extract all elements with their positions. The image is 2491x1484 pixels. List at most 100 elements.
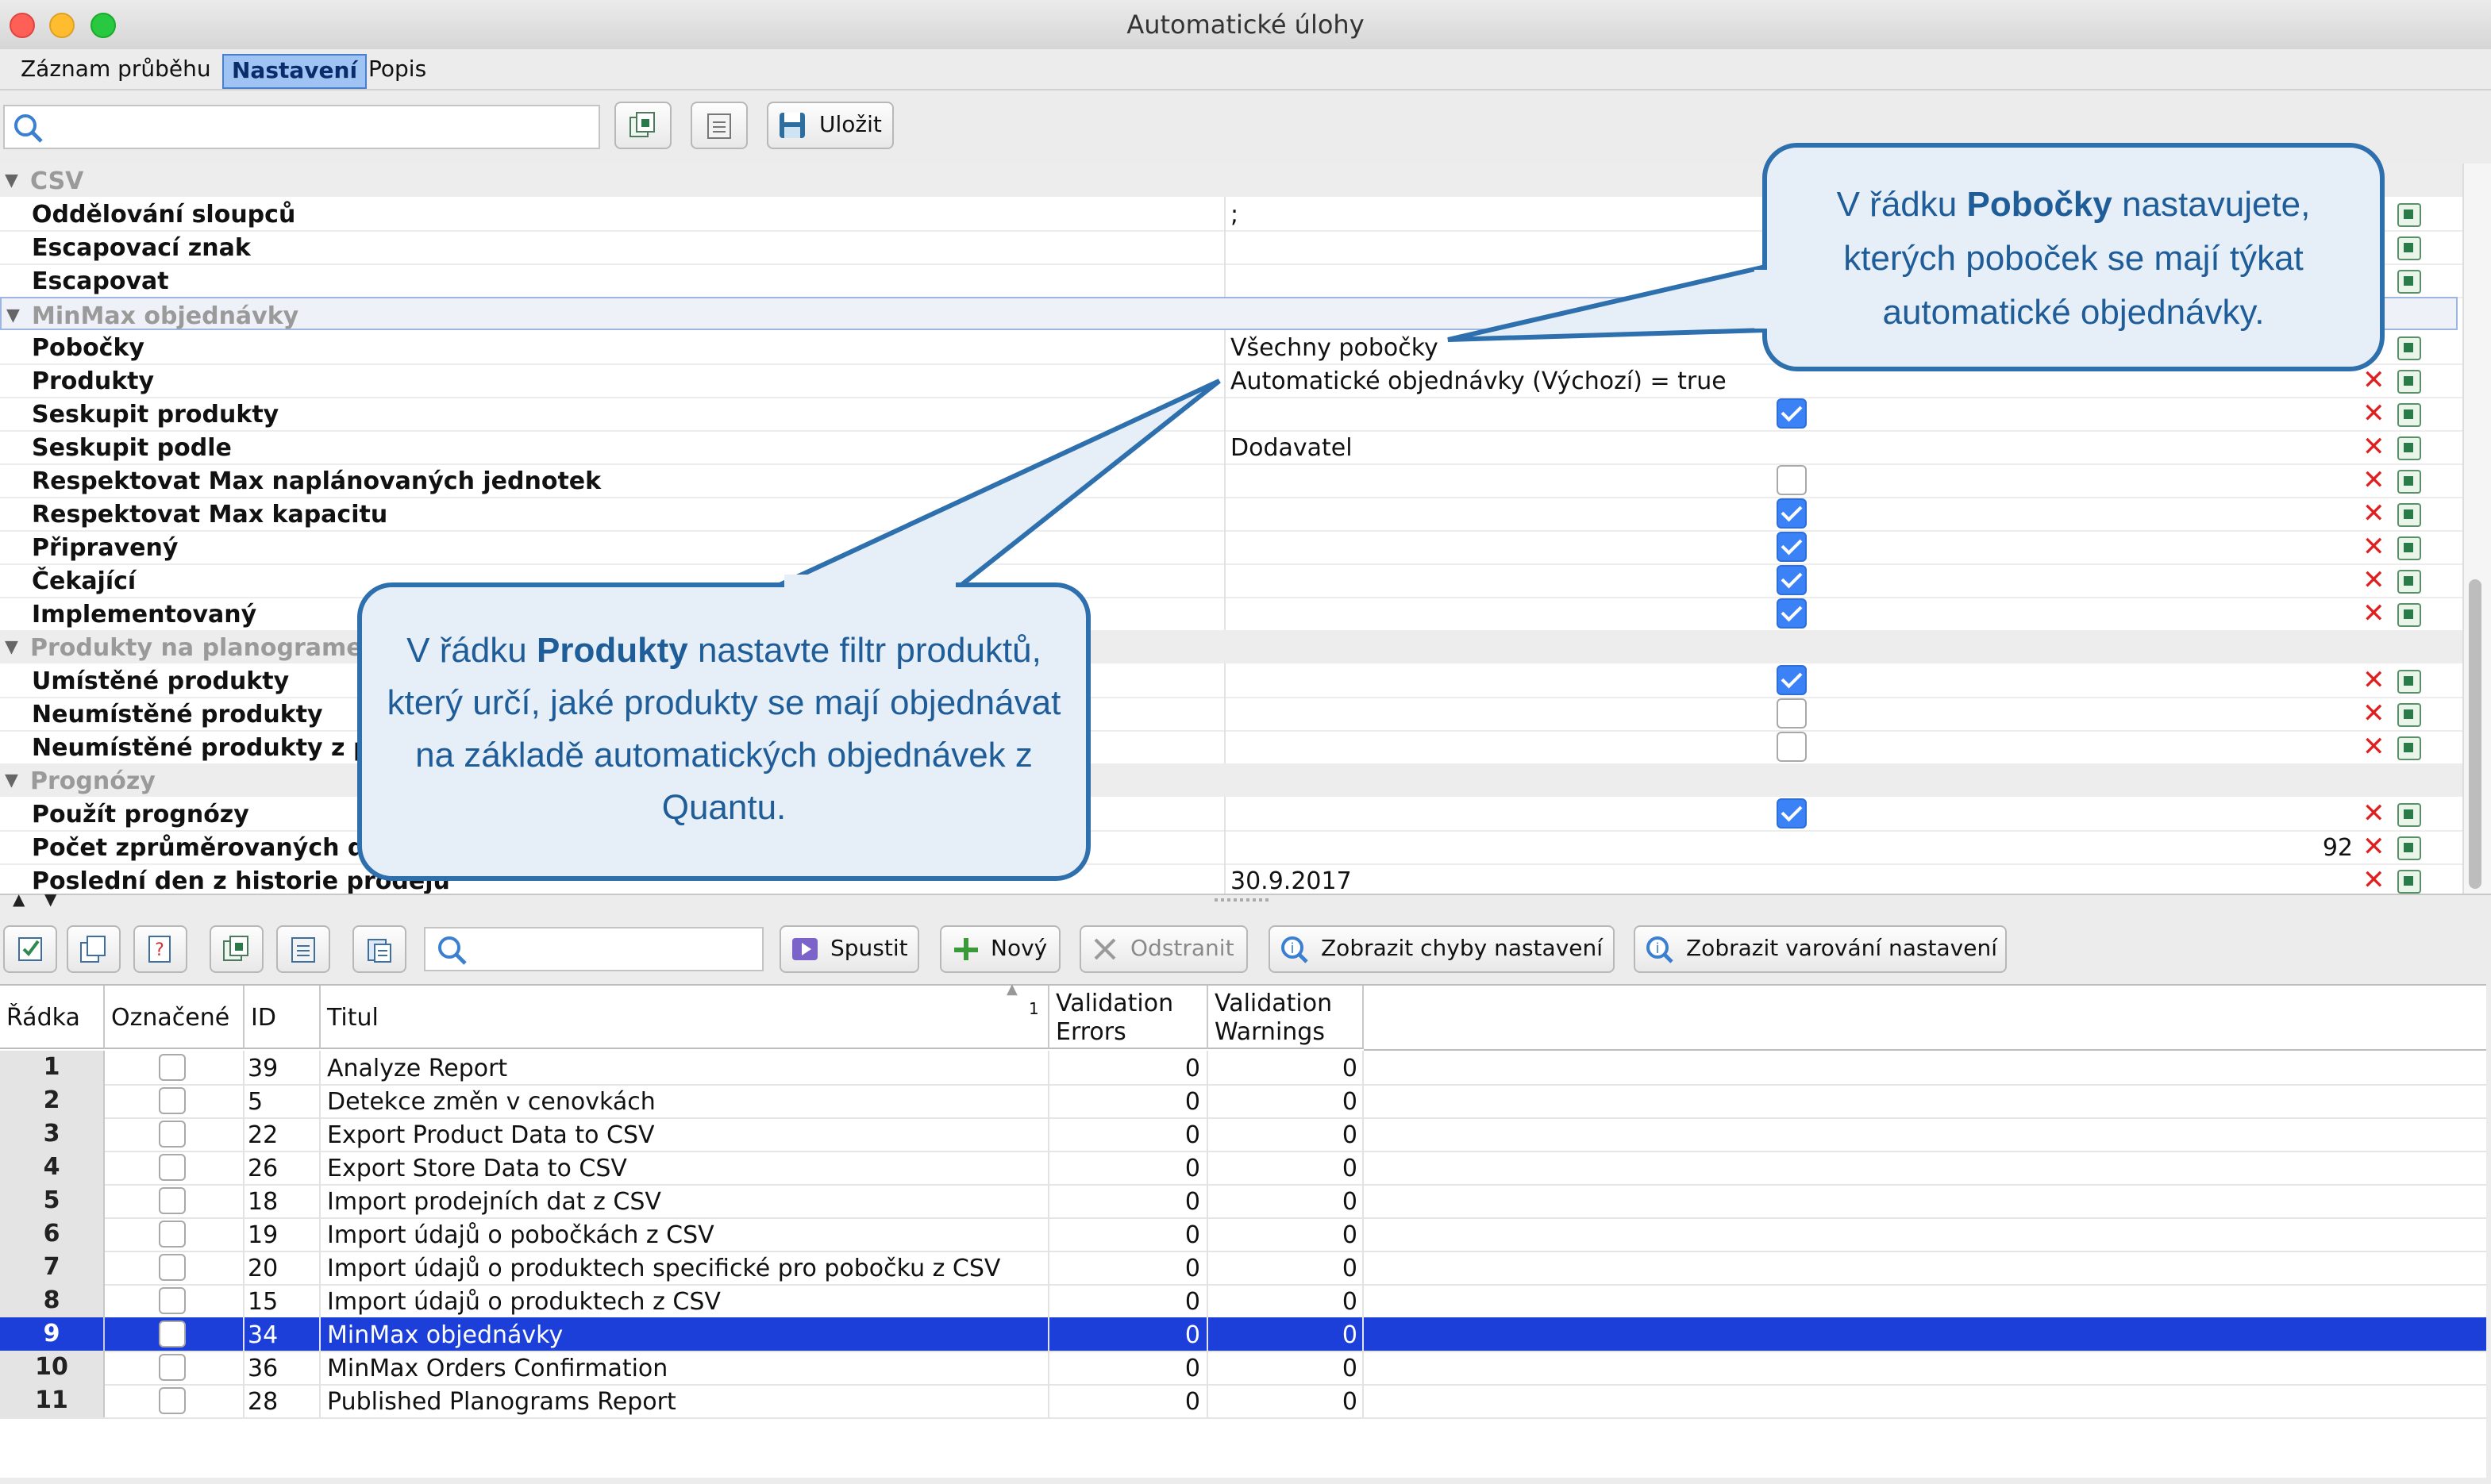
- help-button[interactable]: ?: [133, 925, 187, 973]
- delete-icon[interactable]: ✕: [2362, 565, 2385, 597]
- row-checkbox[interactable]: [159, 1254, 186, 1281]
- delete-icon[interactable]: ✕: [2362, 432, 2385, 463]
- tab-progress-log[interactable]: Záznam průběhu: [13, 54, 219, 86]
- row-checkbox[interactable]: [159, 1321, 186, 1348]
- tab-description[interactable]: Popis: [360, 54, 434, 86]
- settings-scrollbar-thumb[interactable]: [2469, 579, 2481, 889]
- setting-row-group-by[interactable]: Seskupit podle Dodavatel ✕: [0, 430, 2462, 465]
- delete-icon[interactable]: ✕: [2362, 698, 2385, 730]
- paste-special-button[interactable]: [352, 925, 406, 973]
- expand-up-arrow-icon[interactable]: ▲: [13, 892, 25, 909]
- delete-icon[interactable]: ✕: [2362, 598, 2385, 630]
- checkbox-checked[interactable]: [1777, 565, 1807, 595]
- setting-row-prepared[interactable]: Připravený ✕: [0, 530, 2462, 565]
- table-row[interactable]: 5 18 Import prodejních dat z CSV 0 0: [0, 1184, 2486, 1219]
- delete-icon[interactable]: ✕: [2362, 732, 2385, 763]
- row-checkbox[interactable]: [159, 1154, 186, 1181]
- column-header-row[interactable]: Řádka: [0, 986, 105, 1049]
- copy-icon[interactable]: [2397, 670, 2421, 694]
- checkbox-checked[interactable]: [1777, 598, 1807, 629]
- copy-button[interactable]: [614, 102, 672, 149]
- table-row[interactable]: 7 20 Import údajů o produktech specifické …: [0, 1251, 2486, 1286]
- table-row[interactable]: 1 39 Analyze Report 0 0: [0, 1051, 2486, 1086]
- checkbox-checked[interactable]: [1777, 398, 1807, 429]
- delete-icon[interactable]: ✕: [2362, 865, 2385, 894]
- checkbox-checked[interactable]: [1777, 665, 1807, 695]
- copy-icon[interactable]: [2397, 236, 2421, 260]
- column-header-validation-errors[interactable]: Validation Errors: [1049, 986, 1208, 1049]
- paste-button[interactable]: [691, 102, 748, 149]
- pane-splitter[interactable]: ▲ ▼: [0, 892, 2491, 914]
- copy-icon[interactable]: [2397, 570, 2421, 594]
- row-checkbox[interactable]: [159, 1221, 186, 1248]
- delete-icon[interactable]: ✕: [2362, 665, 2385, 697]
- setting-value[interactable]: 92: [2286, 833, 2353, 862]
- setting-value[interactable]: 30.9.2017: [1230, 867, 1352, 894]
- table-row[interactable]: 9 34 MinMax objednávky 0 0: [0, 1317, 2486, 1352]
- column-header-title[interactable]: Titul ▲ 1: [321, 982, 1049, 1049]
- table-row[interactable]: 8 15 Import údajů o produktech z CSV 0 0: [0, 1284, 2486, 1319]
- tasks-search-input[interactable]: [424, 927, 764, 971]
- splitter-grip[interactable]: [1215, 898, 1269, 905]
- checkbox-unchecked[interactable]: [1777, 698, 1807, 729]
- row-checkbox[interactable]: [159, 1054, 186, 1081]
- select-all-button[interactable]: [3, 925, 57, 973]
- copy-icon[interactable]: [2397, 403, 2421, 427]
- row-checkbox[interactable]: [159, 1387, 186, 1414]
- copy-task-button[interactable]: [210, 925, 264, 973]
- collapse-triangle-icon[interactable]: ▼: [5, 170, 18, 190]
- collapse-triangle-icon[interactable]: ▼: [6, 305, 20, 325]
- column-header-marked[interactable]: Označené: [105, 986, 244, 1049]
- setting-value[interactable]: Dodavatel: [1230, 433, 1353, 462]
- copy-icon[interactable]: [2397, 270, 2421, 294]
- column-header-validation-warnings[interactable]: Validation Warnings: [1208, 986, 1364, 1049]
- table-row[interactable]: 6 19 Import údajů o pobočkách z CSV 0 0: [0, 1217, 2486, 1252]
- delete-icon[interactable]: ✕: [2362, 798, 2385, 830]
- row-checkbox[interactable]: [159, 1087, 186, 1114]
- table-row[interactable]: 10 36 MinMax Orders Confirmation 0 0: [0, 1351, 2486, 1386]
- copy-icon[interactable]: [2397, 370, 2421, 394]
- copy-icon[interactable]: [2397, 436, 2421, 460]
- delete-icon[interactable]: ✕: [2362, 832, 2385, 863]
- table-row[interactable]: 11 28 Published Planograms Report 0 0: [0, 1384, 2486, 1419]
- delete-icon[interactable]: ✕: [2362, 532, 2385, 563]
- collapse-triangle-icon[interactable]: ▼: [5, 636, 18, 657]
- copy-icon[interactable]: [2397, 503, 2421, 527]
- delete-icon[interactable]: ✕: [2362, 398, 2385, 430]
- row-checkbox[interactable]: [159, 1187, 186, 1214]
- delete-icon[interactable]: ✕: [2362, 498, 2385, 530]
- setting-value[interactable]: Automatické objednávky (Výchozí) = true: [1230, 367, 1727, 395]
- setting-row-respect-max-capacity[interactable]: Respektovat Max kapacitu ✕: [0, 497, 2462, 532]
- row-checkbox[interactable]: [159, 1354, 186, 1381]
- delete-icon[interactable]: ✕: [2362, 465, 2385, 497]
- delete-button[interactable]: Odstranit: [1080, 925, 1248, 973]
- setting-row-group-products[interactable]: Seskupit produkty ✕: [0, 397, 2462, 432]
- checkbox-unchecked[interactable]: [1777, 465, 1807, 495]
- checkbox-checked[interactable]: [1777, 798, 1807, 829]
- checkbox-unchecked[interactable]: [1777, 732, 1807, 762]
- checkbox-checked[interactable]: [1777, 532, 1807, 562]
- column-header-id[interactable]: ID: [244, 986, 321, 1049]
- copy-icon[interactable]: [2397, 803, 2421, 827]
- settings-search-input[interactable]: [3, 105, 600, 149]
- copy-icon[interactable]: [2397, 203, 2421, 227]
- setting-value[interactable]: Všechny pobočky: [1230, 333, 1438, 362]
- copy-icon[interactable]: [2397, 836, 2421, 860]
- copy-icon[interactable]: [2397, 703, 2421, 727]
- show-warnings-button[interactable]: i Zobrazit varování nastavení: [1634, 925, 2007, 973]
- run-button[interactable]: Spustit: [780, 925, 919, 973]
- row-checkbox[interactable]: [159, 1121, 186, 1148]
- setting-value[interactable]: ;: [1230, 200, 1238, 229]
- duplicate-button[interactable]: [67, 925, 121, 973]
- copy-icon[interactable]: [2397, 470, 2421, 494]
- row-checkbox[interactable]: [159, 1287, 186, 1314]
- checkbox-checked[interactable]: [1777, 498, 1807, 529]
- delete-icon[interactable]: ✕: [2362, 365, 2385, 397]
- show-errors-button[interactable]: i Zobrazit chyby nastavení: [1269, 925, 1615, 973]
- copy-icon[interactable]: [2397, 603, 2421, 627]
- tab-settings[interactable]: Nastavení: [222, 54, 368, 89]
- copy-icon[interactable]: [2397, 870, 2421, 894]
- table-row[interactable]: 4 26 Export Store Data to CSV 0 0: [0, 1151, 2486, 1186]
- expand-down-arrow-icon[interactable]: ▼: [44, 892, 56, 909]
- copy-icon[interactable]: [2397, 336, 2421, 360]
